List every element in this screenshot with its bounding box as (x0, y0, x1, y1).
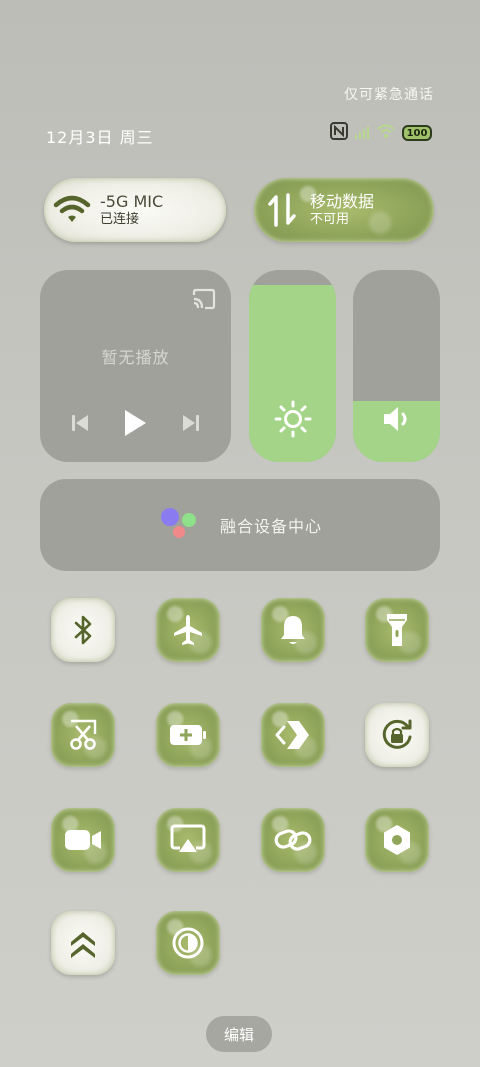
auto-rotate-toggle[interactable] (365, 703, 429, 767)
sound-toggle[interactable] (261, 598, 325, 662)
battery-icon: 100 (402, 125, 432, 141)
bluetooth-toggle[interactable] (51, 598, 115, 662)
video-camera-icon (63, 827, 103, 853)
edit-button[interactable]: 编辑 (206, 1016, 272, 1052)
media-player-card[interactable]: 暂无播放 (40, 270, 231, 462)
scissors-icon (67, 718, 99, 752)
wifi-icon (44, 195, 100, 225)
nearby-share-toggle[interactable] (261, 703, 325, 767)
share-arrows-icon (275, 719, 311, 751)
volume-slider[interactable] (353, 270, 440, 462)
brightness-icon (249, 400, 336, 438)
dark-mode-toggle[interactable] (156, 911, 220, 975)
date-label: 12月3日 周三 (46, 128, 154, 147)
wifi-tile[interactable]: -5G MIC 已连接 (44, 178, 226, 242)
nfc-icon (330, 122, 348, 144)
bell-icon (278, 613, 308, 647)
next-track-icon[interactable] (181, 414, 201, 436)
fusion-label: 融合设备中心 (219, 517, 322, 536)
performance-mode-toggle[interactable] (51, 911, 115, 975)
hexagon-nut-icon (381, 823, 413, 857)
airplane-icon (171, 613, 205, 647)
mobile-data-title: 移动数据 (310, 191, 375, 211)
speaker-icon (353, 404, 440, 434)
battery-level: 100 (406, 127, 428, 139)
brightness-slider[interactable] (249, 270, 336, 462)
screen-record-toggle[interactable] (51, 808, 115, 872)
double-chevron-up-icon (68, 927, 98, 959)
battery-plus-icon (168, 722, 208, 748)
wifi-status: 已连接 (100, 211, 140, 227)
play-icon[interactable] (122, 408, 148, 442)
airplane-mode-toggle[interactable] (156, 598, 220, 662)
wifi-network-name: -5G MIC (100, 191, 164, 211)
cast-screen-icon (170, 824, 206, 856)
mobile-data-status: 不可用 (310, 211, 350, 227)
wifi-status-icon (376, 123, 396, 143)
signal-icon (354, 124, 370, 143)
bluetooth-icon (68, 613, 98, 647)
contrast-icon (171, 926, 205, 960)
flashlight-icon (384, 612, 410, 648)
flashlight-toggle[interactable] (365, 598, 429, 662)
battery-saver-toggle[interactable] (156, 703, 220, 767)
cast-icon[interactable] (191, 288, 217, 314)
emergency-call-text: 仅可紧急通话 (344, 87, 434, 103)
link-icon (274, 825, 312, 855)
mobile-data-tile[interactable]: 移动数据 不可用 (254, 178, 434, 242)
fusion-logo-icon (158, 505, 202, 545)
rotation-lock-icon (379, 717, 415, 753)
screenshot-toggle[interactable] (51, 703, 115, 767)
fusion-device-center[interactable]: 融合设备中心 (40, 479, 440, 571)
screen-cast-toggle[interactable] (156, 808, 220, 872)
settings-toggle[interactable] (365, 808, 429, 872)
previous-track-icon[interactable] (70, 414, 90, 436)
status-icons: 100 (330, 122, 432, 144)
mobile-data-icon (254, 193, 310, 227)
link-toggle[interactable] (261, 808, 325, 872)
now-playing-label: 暂无播放 (101, 348, 170, 367)
